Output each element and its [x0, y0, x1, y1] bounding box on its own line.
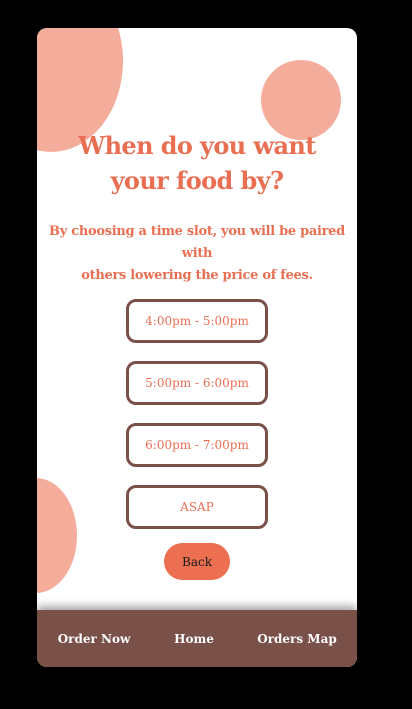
time-slot-list: 4:00pm - 5:00pm 5:00pm - 6:00pm 6:00pm -… [126, 299, 268, 547]
page-subtitle: By choosing a time slot, you will be pai… [47, 221, 347, 287]
back-button[interactable]: Back [164, 543, 230, 580]
time-slot-button-5pm[interactable]: 5:00pm - 6:00pm [126, 361, 268, 405]
page-subtitle-line-1: By choosing a time slot, you will be pai… [49, 224, 345, 261]
page-subtitle-line-2: others lowering the price of fees. [81, 268, 313, 283]
page-title-line-1: When do you want [78, 131, 316, 160]
nav-item-order-now[interactable]: Order Now [51, 610, 137, 667]
time-slot-button-4pm[interactable]: 4:00pm - 5:00pm [126, 299, 268, 343]
bottom-navbar: Order Now Home Orders Map [37, 610, 357, 667]
nav-item-orders-map[interactable]: Orders Map [257, 610, 337, 667]
page-title: When do you want your food by? [37, 128, 357, 198]
time-slot-button-6pm[interactable]: 6:00pm - 7:00pm [126, 423, 268, 467]
app-screen: When do you want your food by? By choosi… [37, 28, 357, 667]
nav-item-home[interactable]: Home [161, 610, 227, 667]
decorative-circle-bottom-left [37, 478, 77, 593]
page-title-line-2: your food by? [110, 166, 284, 195]
time-slot-button-asap[interactable]: ASAP [126, 485, 268, 529]
